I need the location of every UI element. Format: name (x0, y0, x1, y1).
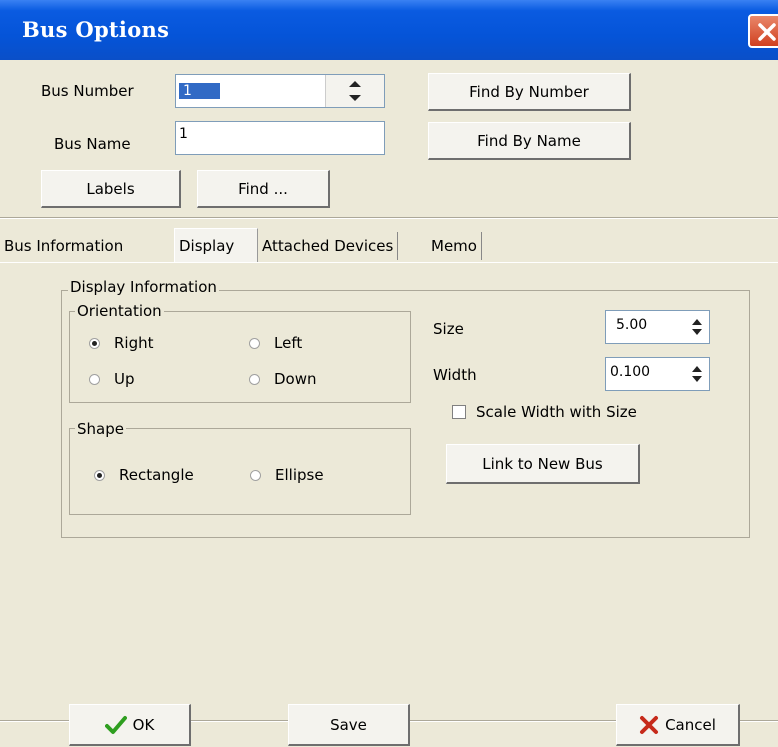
radio-right[interactable]: Right (89, 334, 154, 352)
orientation-title: Orientation (75, 302, 164, 320)
shape-title: Shape (75, 420, 126, 438)
bus-number-label: Bus Number (41, 82, 134, 100)
size-spinner[interactable]: 5.00 (605, 310, 710, 344)
tab-bus-information[interactable]: Bus Information (0, 232, 127, 260)
scale-width-checkbox[interactable] (452, 405, 466, 419)
radio-left-label: Left (274, 334, 303, 352)
radio-rectangle-indicator[interactable] (94, 469, 105, 481)
save-button[interactable]: Save (288, 704, 410, 746)
tab-memo[interactable]: Memo (427, 232, 482, 260)
radio-rectangle[interactable]: Rectangle (94, 466, 194, 484)
ok-button[interactable]: OK (69, 704, 191, 746)
width-label: Width (433, 366, 477, 384)
bus-number-value[interactable]: 1 (179, 83, 220, 99)
find-button[interactable]: Find ... (197, 170, 330, 208)
ok-label: OK (132, 715, 155, 734)
radio-rectangle-label: Rectangle (119, 466, 194, 484)
labels-button[interactable]: Labels (41, 170, 181, 208)
cancel-button[interactable]: Cancel (616, 704, 740, 746)
bus-name-input[interactable]: 1 (175, 121, 385, 155)
close-button[interactable] (748, 14, 778, 48)
radio-up-label: Up (114, 370, 135, 388)
tab-display[interactable]: Display (174, 228, 258, 262)
close-icon (758, 23, 776, 41)
width-value: 0.100 (610, 364, 651, 380)
radio-left[interactable]: Left (249, 334, 302, 352)
scale-width-checkbox-row[interactable]: Scale Width with Size (452, 403, 637, 421)
spinner-arrows-icon (349, 81, 361, 101)
cancel-x-icon (640, 715, 659, 734)
radio-up-indicator[interactable] (89, 373, 100, 385)
bus-number-stepper[interactable] (325, 75, 384, 107)
radio-ellipse-indicator[interactable] (250, 469, 261, 481)
link-to-new-bus-button[interactable]: Link to New Bus (446, 444, 640, 484)
radio-ellipse[interactable]: Ellipse (250, 466, 324, 484)
orientation-group (69, 311, 411, 403)
cancel-label: Cancel (665, 715, 716, 734)
radio-down-indicator[interactable] (249, 373, 260, 385)
radio-down-label: Down (274, 370, 317, 388)
size-value: 5.00 (616, 317, 648, 333)
bus-number-spinner[interactable]: 1 (175, 74, 385, 108)
radio-down[interactable]: Down (249, 370, 317, 388)
width-spinner[interactable]: 0.100 (605, 357, 710, 391)
width-spinner-arrows-icon[interactable] (687, 358, 707, 390)
tab-attached-devices[interactable]: Attached Devices (258, 232, 399, 260)
find-by-name-button[interactable]: Find By Name (428, 122, 631, 160)
radio-right-label: Right (114, 334, 154, 352)
radio-left-indicator[interactable] (249, 337, 260, 349)
bus-name-value: 1 (179, 126, 188, 142)
radio-up[interactable]: Up (89, 370, 135, 388)
window-title: Bus Options (22, 17, 170, 42)
checkmark-icon (104, 715, 127, 734)
display-information-title: Display Information (68, 278, 219, 296)
bus-name-label: Bus Name (54, 135, 131, 153)
size-spinner-arrows-icon[interactable] (687, 311, 707, 343)
scale-width-label: Scale Width with Size (476, 403, 637, 421)
separator (0, 217, 778, 219)
find-by-number-button[interactable]: Find By Number (428, 73, 631, 111)
size-label: Size (433, 320, 464, 338)
radio-ellipse-label: Ellipse (275, 466, 324, 484)
radio-right-indicator[interactable] (89, 337, 100, 349)
